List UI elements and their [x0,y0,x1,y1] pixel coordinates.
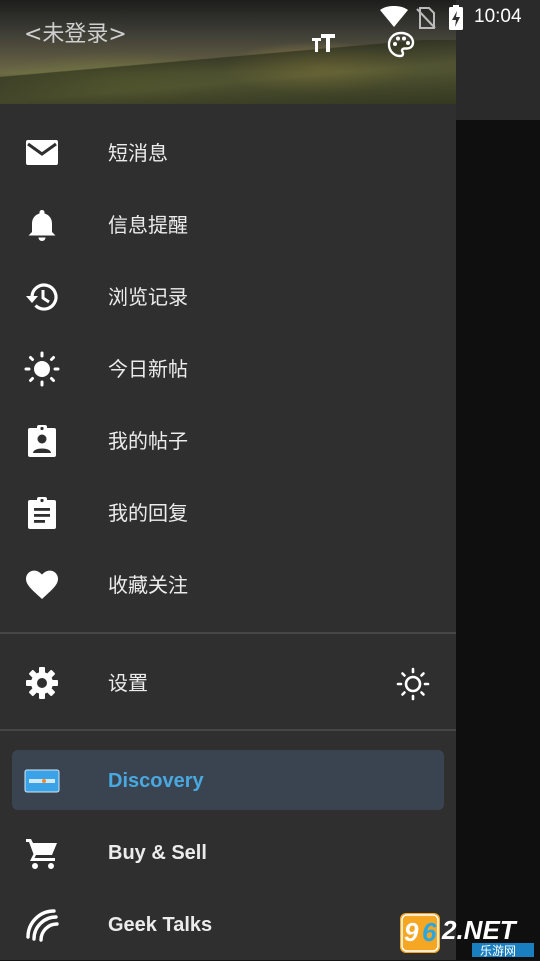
menu-item-label: 收藏关注 [108,573,188,597]
menu-item-notifications[interactable]: 信息提醒 [0,189,456,261]
assignment-icon [24,495,60,531]
menu-item-history[interactable]: 浏览记录 [0,261,456,333]
gear-icon [24,665,60,701]
geek-talks-icon [24,907,60,943]
svg-text:6: 6 [422,917,437,947]
font-size-icon[interactable] [309,30,339,60]
svg-text:2.NET: 2.NET [441,915,518,945]
battery-charging-icon [448,5,464,35]
status-time: 10:04 [474,6,522,27]
scrim-background[interactable] [456,0,540,960]
forum-item-buy-sell[interactable]: Buy & Sell [0,817,456,889]
sun-icon [24,351,60,387]
menu-item-label: 今日新帖 [108,357,188,381]
history-icon [24,279,60,315]
svg-text:乐游网: 乐游网 [480,944,516,957]
svg-text:9: 9 [404,917,419,947]
mail-icon [24,135,60,171]
menu-item-my-replies[interactable]: 我的回复 [0,477,456,549]
brightness-icon[interactable] [395,666,431,702]
login-status[interactable]: <未登录> [24,16,127,48]
menu-item-label: 我的回复 [108,501,188,525]
divider [0,729,456,731]
menu-item-my-posts[interactable]: 我的帖子 [0,405,456,477]
bell-icon [24,207,60,243]
menu-item-label: Geek Talks [108,914,213,936]
site-watermark-logo: 9 6 2.NET 乐游网 [400,909,536,958]
menu-item-today-posts[interactable]: 今日新帖 [0,333,456,405]
navigation-drawer: <未登录> 短消息 信息提醒 浏览记录 今日新帖 我的帖子 我的回复 收藏关注 … [0,0,456,960]
cart-icon [24,835,60,871]
discover-card-icon [24,763,60,799]
wifi-icon [380,6,408,32]
menu-item-label: Discovery [108,770,204,792]
menu-item-label: 浏览记录 [108,285,188,309]
menu-item-label: 信息提醒 [108,213,188,237]
forum-item-discovery[interactable]: Discovery [0,745,456,817]
menu-item-label: 设置 [108,671,148,695]
forum-item-geek-talks[interactable]: Geek Talks [0,889,456,960]
no-sim-icon [416,7,436,33]
menu-item-settings[interactable]: 设置 [0,647,456,719]
heart-icon [24,567,60,603]
menu-item-favorites[interactable]: 收藏关注 [0,549,456,621]
menu-item-label: 短消息 [108,141,168,165]
divider [0,632,456,634]
assignment-ind-icon [24,423,60,459]
menu-item-label: Buy & Sell [108,842,207,864]
menu-item-messages[interactable]: 短消息 [0,117,456,189]
palette-icon[interactable] [386,30,416,60]
menu-item-label: 我的帖子 [108,429,188,453]
